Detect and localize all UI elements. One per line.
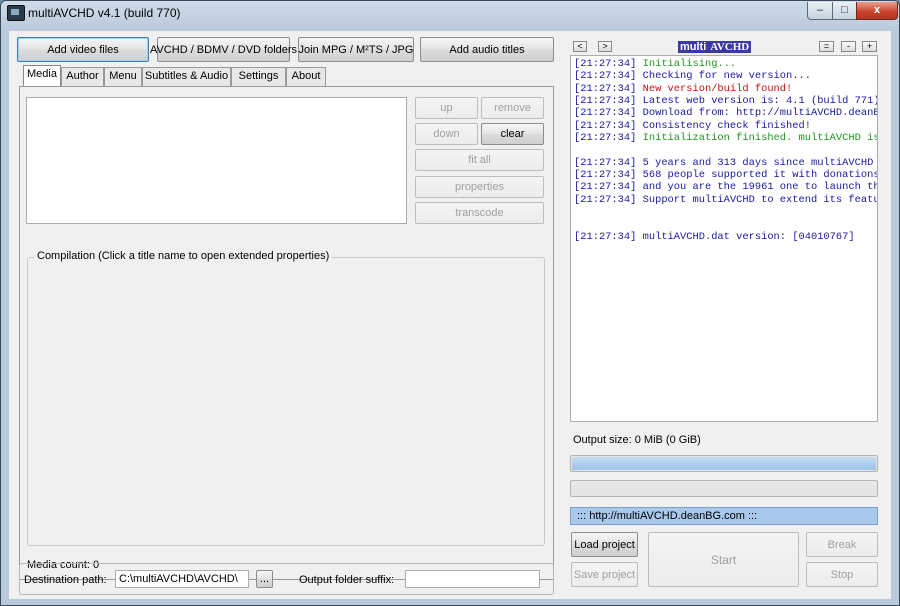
- save-project-button[interactable]: Save project: [571, 562, 638, 587]
- log-timestamp: [21:27:34]: [574, 132, 637, 145]
- website-link[interactable]: ::: http://multiAVCHD.deanBG.com :::: [570, 507, 878, 525]
- log-message: Download from: http://multiAVCHD.deanBG: [642, 107, 878, 120]
- log-timestamp: [21:27:34]: [574, 119, 637, 132]
- tab-menu[interactable]: Menu: [104, 67, 142, 86]
- log-message: 5 years and 313 days since multiAVCHD v: [642, 156, 878, 169]
- log-output[interactable]: [21:27:34] Initialising... [21:27:34] Che…: [570, 55, 878, 422]
- log-message: Latest web version is: 4.1 (build 771): [642, 95, 878, 108]
- title-bar[interactable]: multiAVCHD v4.1 (build 770) – □ x: [1, 1, 899, 25]
- log-message: and you are the 19961 one to launch the: [642, 181, 878, 194]
- log-message: Initialising...: [642, 58, 737, 70]
- properties-button[interactable]: properties: [415, 176, 544, 198]
- log-message: 568 people supported it with donations: [642, 169, 878, 182]
- clear-button[interactable]: clear: [481, 123, 544, 145]
- join-mpg-button[interactable]: Join MPG / M²TS / JPG: [298, 37, 414, 62]
- maximize-button[interactable]: □: [832, 2, 857, 20]
- tab-about[interactable]: About: [286, 67, 326, 86]
- log-timestamp: [21:27:34]: [574, 82, 637, 95]
- minimize-button[interactable]: –: [807, 2, 833, 20]
- remove-button[interactable]: remove: [481, 97, 544, 119]
- progress-bar-secondary: [570, 480, 878, 497]
- avchd-folders-button[interactable]: AVCHD / BDMV / DVD folders: [150, 37, 297, 62]
- log-message: Support multiAVCHD to extend its featu: [642, 193, 878, 206]
- log-timestamp: [21:27:34]: [574, 181, 637, 194]
- panel-expand-button[interactable]: +: [862, 41, 877, 52]
- client-area: Add video files AVCHD / BDMV / DVD folde…: [9, 31, 891, 599]
- destination-path-input[interactable]: C:\multiAVCHD\AVCHD\: [115, 570, 249, 588]
- log-line: [21:27:34] Latest web version is: 4.1 (b…: [574, 95, 877, 108]
- close-button[interactable]: x: [856, 2, 898, 20]
- output-size-label: Output size: 0 MiB (0 GiB): [573, 434, 701, 446]
- log-line: [21:27:34] Download from: http://multiAV…: [574, 107, 877, 120]
- stop-button[interactable]: Stop: [806, 562, 878, 587]
- next-nav-button[interactable]: >: [598, 41, 612, 52]
- progress-bar-primary: [570, 455, 878, 472]
- log-timestamp: [21:27:34]: [574, 95, 637, 108]
- fit-all-button[interactable]: fit all: [415, 149, 544, 171]
- logo-multi: multi: [678, 41, 709, 53]
- down-button[interactable]: down: [415, 123, 478, 145]
- log-timestamp: [21:27:34]: [574, 156, 637, 169]
- logo-avchd: AVCHD: [708, 41, 752, 53]
- log-timestamp: [21:27:34]: [574, 230, 637, 243]
- panel-shrink-button[interactable]: -: [841, 41, 856, 52]
- add-audio-titles-button[interactable]: Add audio titles: [420, 37, 554, 62]
- start-button[interactable]: Start: [648, 532, 799, 587]
- up-button[interactable]: up: [415, 97, 478, 119]
- tab-author[interactable]: Author: [61, 67, 104, 86]
- log-line: [21:27:34] multiAVCHD.dat version: [0401…: [574, 231, 874, 243]
- log-line: [21:27:34] 568 people supported it with …: [574, 169, 877, 182]
- log-line: [21:27:34] Initialization finished. mult…: [574, 132, 877, 145]
- progress-fill-primary: [572, 457, 876, 470]
- log-timestamp: [21:27:34]: [574, 58, 637, 70]
- load-project-button[interactable]: Load project: [571, 532, 638, 557]
- compilation-label: Compilation (Click a title name to open …: [34, 250, 333, 262]
- log-message: New version/build found!: [642, 82, 793, 95]
- log-timestamp: [21:27:34]: [574, 107, 637, 120]
- log-timestamp: [21:27:34]: [574, 169, 637, 182]
- log-message: Initialization finished. multiAVCHD is: [642, 132, 878, 145]
- log-line: [21:27:34] and you are the 19961 one to …: [574, 181, 877, 194]
- log-line: [21:27:34] New version/build found!: [574, 83, 874, 95]
- media-tab-page: up remove down clear fit all properties …: [19, 86, 554, 580]
- prev-nav-button[interactable]: <: [573, 41, 587, 52]
- media-list[interactable]: [26, 97, 407, 224]
- transcode-button[interactable]: transcode: [415, 202, 544, 224]
- browse-button[interactable]: ...: [256, 570, 273, 588]
- app-window: multiAVCHD v4.1 (build 770) – □ x Add vi…: [0, 0, 900, 606]
- output-folder-suffix-input[interactable]: [405, 570, 540, 588]
- log-line: [21:27:34] Consistency check finished!: [574, 120, 874, 132]
- log-line: [21:27:34] Initialising...: [574, 58, 874, 70]
- tab-settings[interactable]: Settings: [231, 67, 286, 86]
- output-folder-suffix-label: Output folder suffix:: [299, 574, 395, 586]
- tab-media[interactable]: Media: [23, 65, 61, 87]
- log-message: multiAVCHD.dat version: [04010767]: [642, 230, 855, 243]
- break-button[interactable]: Break: [806, 532, 878, 557]
- log-message: Consistency check finished!: [642, 119, 811, 132]
- window-title: multiAVCHD v4.1 (build 770): [28, 6, 181, 20]
- add-video-files-button[interactable]: Add video files: [17, 37, 149, 62]
- log-line: [21:27:34] 5 years and 313 days since mu…: [574, 156, 877, 169]
- panel-minimize-button[interactable]: =: [819, 41, 834, 52]
- app-icon[interactable]: [7, 5, 25, 21]
- multiavchd-logo: multi AVCHD: [678, 41, 776, 53]
- log-timestamp: [21:27:34]: [574, 193, 637, 206]
- log-message: Checking for new version...: [642, 70, 811, 83]
- log-line: [21:27:34] Support multiAVCHD to extend …: [574, 193, 877, 206]
- tab-subtitles-audio[interactable]: Subtitles & Audio: [142, 67, 231, 86]
- log-timestamp: [21:27:34]: [574, 70, 637, 83]
- destination-label: Destination path:: [24, 574, 107, 586]
- compilation-group: Compilation (Click a title name to open …: [27, 250, 545, 546]
- log-line: [21:27:34] Checking for new version...: [574, 70, 874, 82]
- destination-group: Destination path: C:\multiAVCHD\AVCHD\ .…: [19, 563, 554, 595]
